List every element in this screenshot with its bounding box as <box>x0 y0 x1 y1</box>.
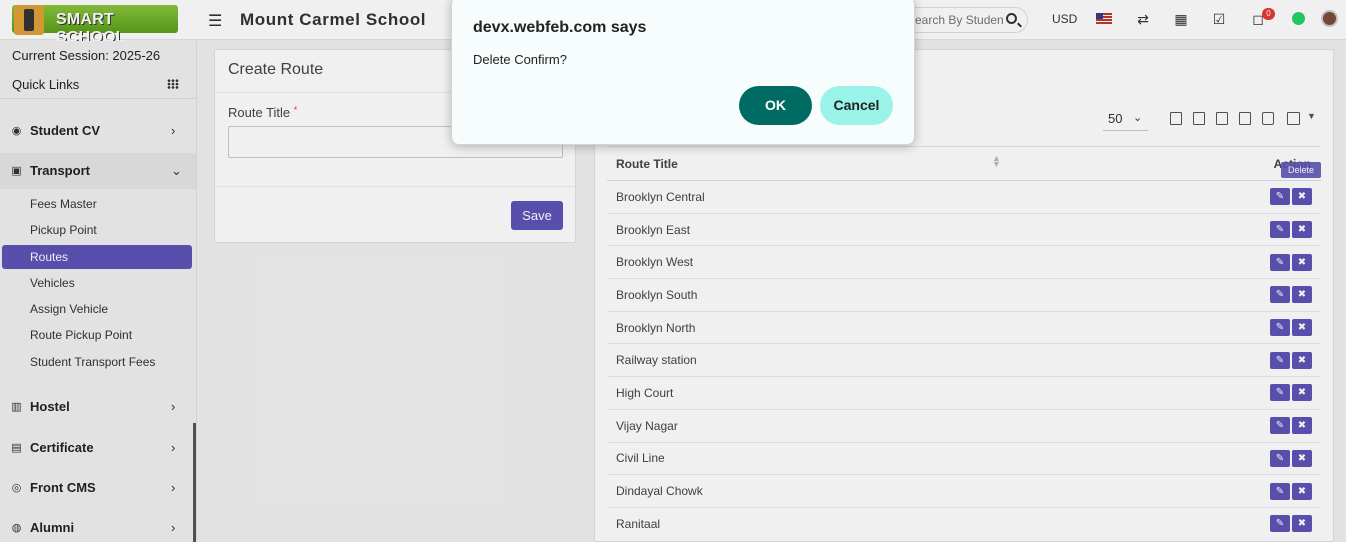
dialog-message: Delete Confirm? <box>473 52 567 67</box>
cancel-button[interactable]: Cancel <box>820 86 893 125</box>
dialog-title: devx.webfeb.com says <box>473 19 647 36</box>
confirm-dialog: devx.webfeb.com says Delete Confirm? OK … <box>451 0 915 145</box>
ok-button[interactable]: OK <box>739 86 812 125</box>
